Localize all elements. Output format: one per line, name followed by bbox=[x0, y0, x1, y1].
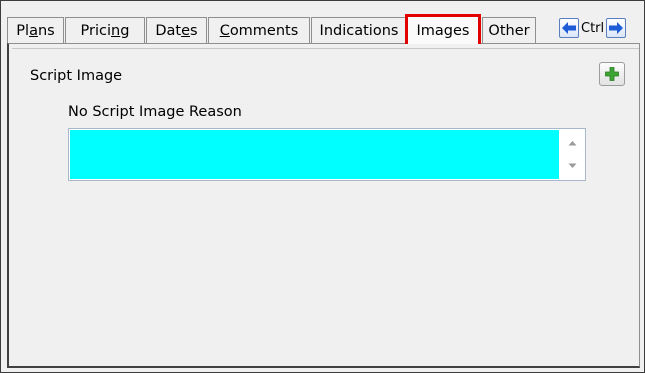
tab-label: Images bbox=[416, 23, 470, 39]
ctrl-label: Ctrl bbox=[581, 20, 605, 36]
tab-label: Dates bbox=[155, 22, 198, 39]
tab-indications[interactable]: Indications bbox=[311, 17, 407, 43]
tab-plans[interactable]: Plans bbox=[7, 17, 64, 43]
tab-comments[interactable]: Comments bbox=[208, 17, 310, 43]
arrow-left-icon[interactable] bbox=[559, 18, 579, 38]
arrow-right-icon[interactable] bbox=[606, 18, 627, 38]
field-label-no-script-image-reason: No Script Image Reason bbox=[68, 104, 242, 120]
no-script-image-reason-input[interactable] bbox=[70, 130, 559, 179]
tab-label: Plans bbox=[16, 22, 55, 39]
reason-field-container bbox=[68, 128, 586, 181]
images-tab-panel bbox=[7, 43, 640, 368]
tab-pricing[interactable]: Pricing bbox=[65, 17, 145, 43]
window-frame: Plans Pricing Dates Comments Indications… bbox=[0, 0, 645, 373]
tab-images[interactable]: Images bbox=[405, 14, 481, 44]
section-label-script-image: Script Image bbox=[30, 68, 123, 84]
panel-divider bbox=[12, 48, 639, 366]
tab-scroll-nav: Ctrl bbox=[559, 16, 627, 40]
tab-dates[interactable]: Dates bbox=[146, 17, 207, 43]
tab-other[interactable]: Other bbox=[482, 17, 536, 43]
tab-bar: Plans Pricing Dates Comments Indications… bbox=[7, 14, 643, 44]
tab-label: Pricing bbox=[80, 22, 130, 39]
tab-label: Indications bbox=[319, 22, 399, 39]
reason-scrollbar[interactable] bbox=[559, 129, 585, 180]
plus-icon bbox=[605, 67, 619, 81]
tab-label: Other bbox=[488, 22, 530, 39]
add-button[interactable] bbox=[599, 62, 625, 86]
scroll-up-icon[interactable] bbox=[559, 133, 585, 153]
scroll-down-icon[interactable] bbox=[559, 156, 585, 176]
tab-label: Comments bbox=[219, 22, 299, 39]
